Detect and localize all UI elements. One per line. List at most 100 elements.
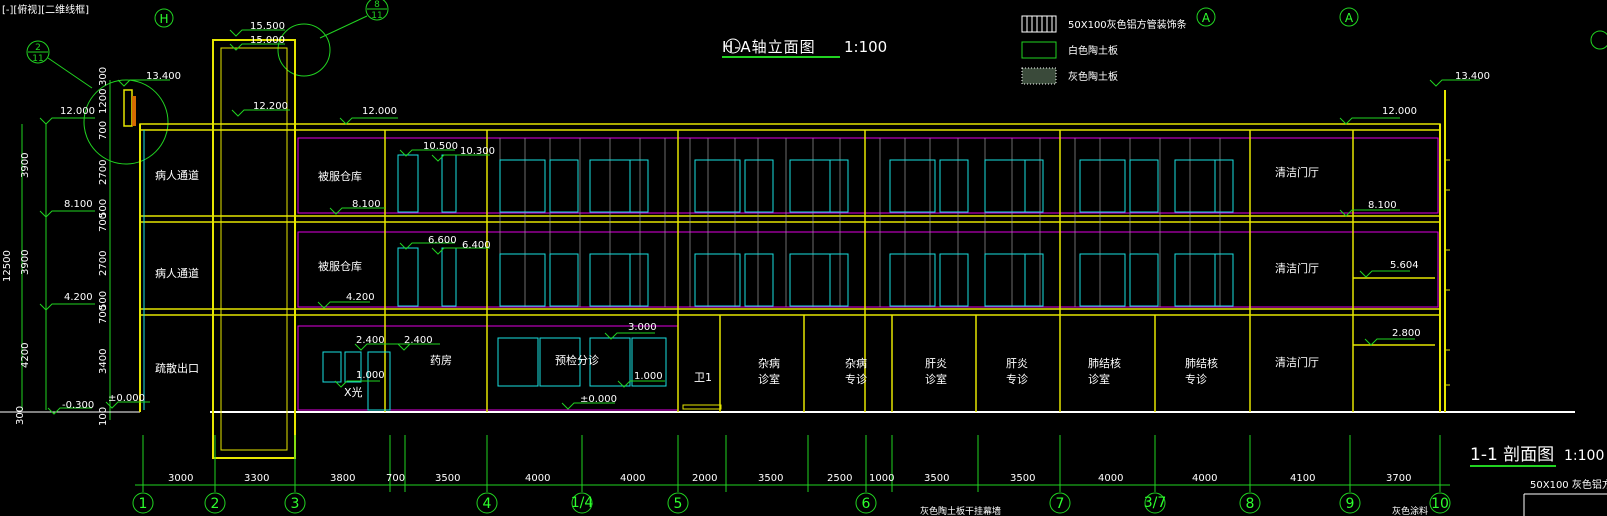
grid-bubble-top-h: H (154, 8, 174, 28)
drawing-sheet: [-][俯视][二维线框] H A A 2 11 8 11 H-A轴立面图 1:… (0, 0, 1607, 516)
svg-text:12.000: 12.000 (60, 106, 95, 117)
svg-text:3300: 3300 (244, 473, 269, 484)
svg-text:清洁门厅: 清洁门厅 (1275, 165, 1319, 179)
svg-text:2700: 2700 (98, 160, 109, 185)
svg-text:±0.000: ±0.000 (580, 394, 617, 405)
svg-text:1.000: 1.000 (356, 370, 385, 381)
svg-text:2.400: 2.400 (356, 335, 385, 346)
svg-text:300: 300 (98, 67, 109, 86)
svg-text:预检分诊: 预检分诊 (555, 353, 599, 367)
svg-text:1.000: 1.000 (634, 371, 663, 382)
svg-text:4000: 4000 (620, 473, 645, 484)
svg-text:3400: 3400 (98, 349, 109, 374)
svg-text:清洁门厅: 清洁门厅 (1275, 261, 1319, 275)
svg-text:6.400: 6.400 (462, 240, 491, 251)
svg-text:4000: 4000 (1098, 473, 1123, 484)
svg-text:8.100: 8.100 (1368, 200, 1397, 211)
svg-text:7: 7 (1056, 496, 1065, 512)
svg-text:1-1 剖面图: 1-1 剖面图 (1470, 445, 1554, 465)
svg-text:专诊: 专诊 (1185, 372, 1207, 386)
svg-text:3.000: 3.000 (628, 322, 657, 333)
svg-text:诊室: 诊室 (1088, 372, 1110, 386)
footnote-2: 灰色涂料 (1392, 505, 1428, 516)
svg-text:12.000: 12.000 (362, 106, 397, 117)
svg-text:700: 700 (386, 473, 405, 484)
svg-text:4000: 4000 (525, 473, 550, 484)
svg-text:12.200: 12.200 (253, 101, 288, 112)
svg-text:H: H (159, 12, 168, 26)
svg-text:700: 700 (98, 305, 109, 324)
svg-text:12500: 12500 (2, 250, 13, 282)
svg-text:4000: 4000 (1192, 473, 1217, 484)
svg-text:1000: 1000 (869, 473, 894, 484)
grid-bubble-top-a1: A (1196, 7, 1216, 27)
svg-text:4.200: 4.200 (64, 292, 93, 303)
svg-text:卫1: 卫1 (694, 371, 712, 384)
svg-text:专诊: 专诊 (845, 372, 867, 386)
legend-label-2: 白色陶土板 (1068, 44, 1118, 57)
svg-text:4: 4 (483, 496, 492, 512)
svg-text:诊室: 诊室 (925, 372, 947, 386)
svg-text:诊室: 诊室 (758, 372, 780, 386)
svg-text:3: 3 (291, 496, 300, 512)
svg-text:3700: 3700 (1386, 473, 1411, 484)
legend-label-3: 灰色陶土板 (1068, 70, 1118, 83)
svg-text:病人通道: 病人通道 (155, 168, 199, 182)
elevation-title: H-A轴立面图 1:100 (722, 38, 887, 58)
cad-canvas[interactable]: { "viewport_label": "[-][俯视][二维线框]", "el… (0, 0, 1607, 516)
svg-text:3/7: 3/7 (1144, 495, 1167, 511)
svg-text:9: 9 (1346, 496, 1355, 512)
svg-text:X光: X光 (344, 385, 363, 399)
svg-text:A: A (1202, 11, 1211, 25)
svg-text:疏散出口: 疏散出口 (155, 361, 199, 375)
svg-text:杂病: 杂病 (845, 356, 867, 370)
svg-text:700: 700 (98, 121, 109, 140)
svg-text:3500: 3500 (435, 473, 460, 484)
svg-text:8.100: 8.100 (64, 199, 93, 210)
svg-text:3900: 3900 (20, 153, 31, 178)
svg-text:6: 6 (862, 496, 871, 512)
svg-text:2000: 2000 (692, 473, 717, 484)
svg-text:-0.300: -0.300 (62, 400, 94, 411)
svg-text:3900: 3900 (20, 250, 31, 275)
svg-text:10.300: 10.300 (460, 146, 495, 157)
footnote-1: 灰色陶土板干挂幕墙 (920, 505, 1001, 516)
svg-text:杂病: 杂病 (758, 356, 780, 370)
svg-text:6.600: 6.600 (428, 235, 457, 246)
svg-text:被服仓库: 被服仓库 (318, 259, 362, 273)
svg-text:病人通道: 病人通道 (155, 266, 199, 280)
svg-text:1:100: 1:100 (844, 38, 887, 56)
svg-text:13.400: 13.400 (146, 71, 181, 82)
svg-text:15.500: 15.500 (250, 21, 285, 32)
room-labels: 病人通道 病人通道 疏散出口 被服仓库 被服仓库 X光 药房 预检分诊 卫1 杂… (155, 165, 1319, 399)
svg-text:3000: 3000 (168, 473, 193, 484)
svg-text:3500: 3500 (1010, 473, 1035, 484)
svg-text:300: 300 (15, 406, 26, 425)
svg-text:13.400: 13.400 (1455, 71, 1490, 82)
viewport-label[interactable]: [-][俯视][二维线框] (2, 3, 89, 16)
svg-text:10: 10 (1431, 496, 1449, 512)
svg-text:5: 5 (674, 496, 683, 512)
svg-text:2: 2 (35, 43, 41, 53)
svg-text:1200: 1200 (98, 89, 109, 114)
svg-text:50X100 灰色铝方: 50X100 灰色铝方 (1530, 478, 1607, 491)
svg-text:A: A (1345, 11, 1354, 25)
svg-text:8.100: 8.100 (352, 199, 381, 210)
svg-text:3500: 3500 (758, 473, 783, 484)
grid-bubble-edge-right (1590, 30, 1607, 50)
vertical-dimensions: 300 3900 3900 4200 12500 2700 500 700 27… (2, 67, 109, 426)
svg-text:700: 700 (98, 213, 109, 232)
legend-label-1: 50X100灰色铝方管装饰条 (1068, 18, 1187, 31)
svg-text:肝炎: 肝炎 (1006, 357, 1028, 370)
grid-bubble-top-a2: A (1339, 7, 1359, 27)
svg-text:12.000: 12.000 (1382, 106, 1417, 117)
svg-text:1: 1 (139, 496, 148, 512)
svg-text:11: 11 (32, 54, 43, 64)
svg-text:4.200: 4.200 (346, 292, 375, 303)
legend: 50X100灰色铝方管装饰条 白色陶土板 灰色陶土板 (1021, 15, 1187, 85)
svg-text:H-A轴立面图: H-A轴立面图 (722, 38, 816, 56)
svg-text:肝炎: 肝炎 (925, 357, 947, 370)
svg-text:药房: 药房 (430, 354, 452, 367)
svg-text:被服仓库: 被服仓库 (318, 169, 362, 183)
bottom-dimensions: 3000 3300 3800 700 3500 4000 4000 2000 3… (168, 473, 1411, 484)
